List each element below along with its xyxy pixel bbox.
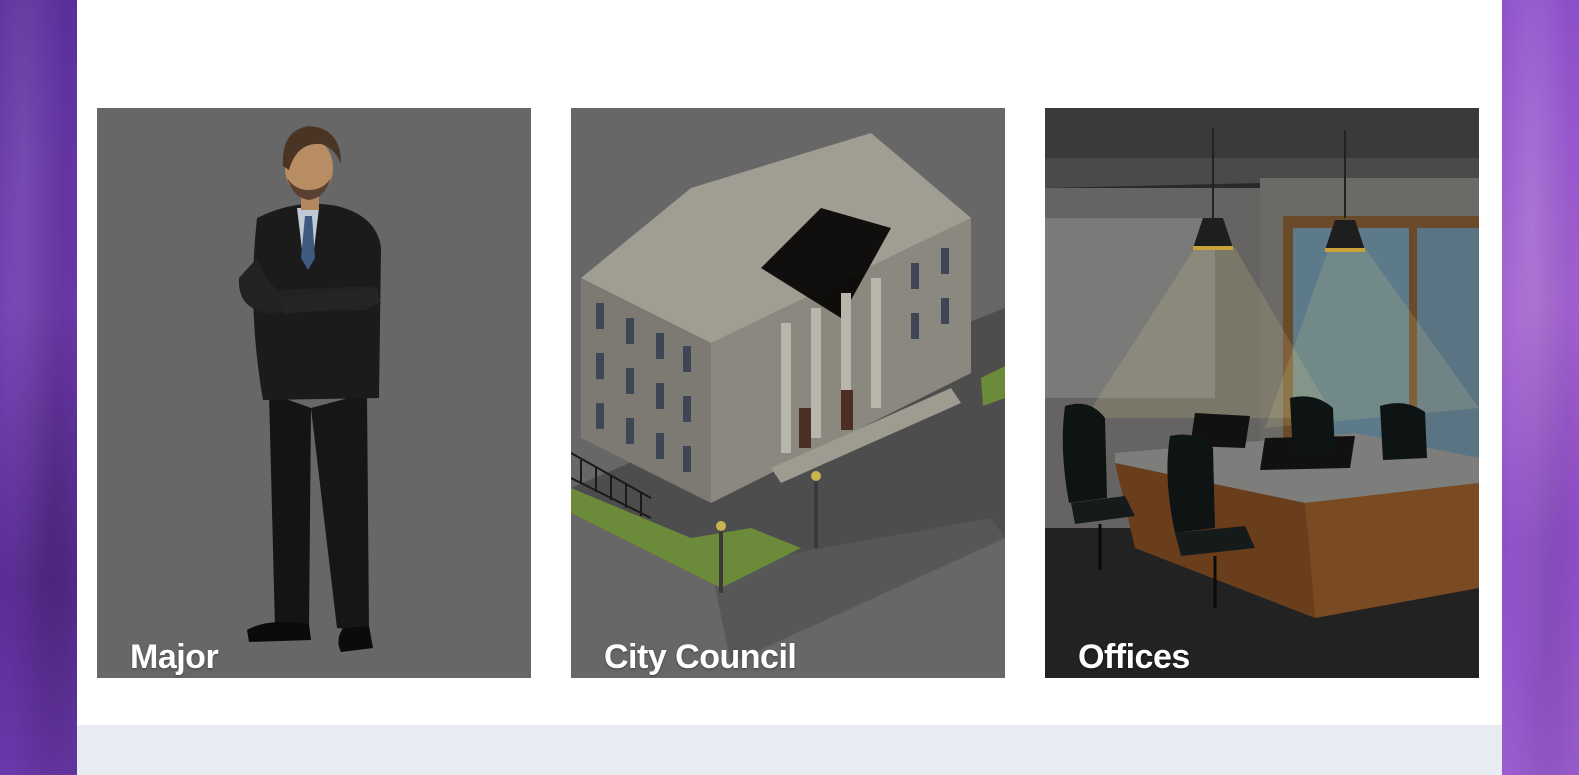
meeting-room-illustration	[1045, 108, 1479, 678]
footer-band	[77, 725, 1502, 775]
city-hall-illustration	[571, 108, 1005, 678]
card-city-council[interactable]: City Council	[571, 108, 1005, 678]
card-major[interactable]: Major	[97, 108, 531, 678]
businessman-illustration	[97, 108, 531, 678]
card-offices[interactable]: Offices	[1045, 108, 1479, 678]
main-content: Major City Council Offices	[77, 0, 1502, 775]
purple-background-right	[1502, 0, 1579, 775]
card-title-city-council: City Council	[604, 638, 797, 676]
card-title-offices: Offices	[1078, 638, 1190, 676]
purple-background-left	[0, 0, 77, 775]
card-title-major: Major	[130, 638, 219, 676]
